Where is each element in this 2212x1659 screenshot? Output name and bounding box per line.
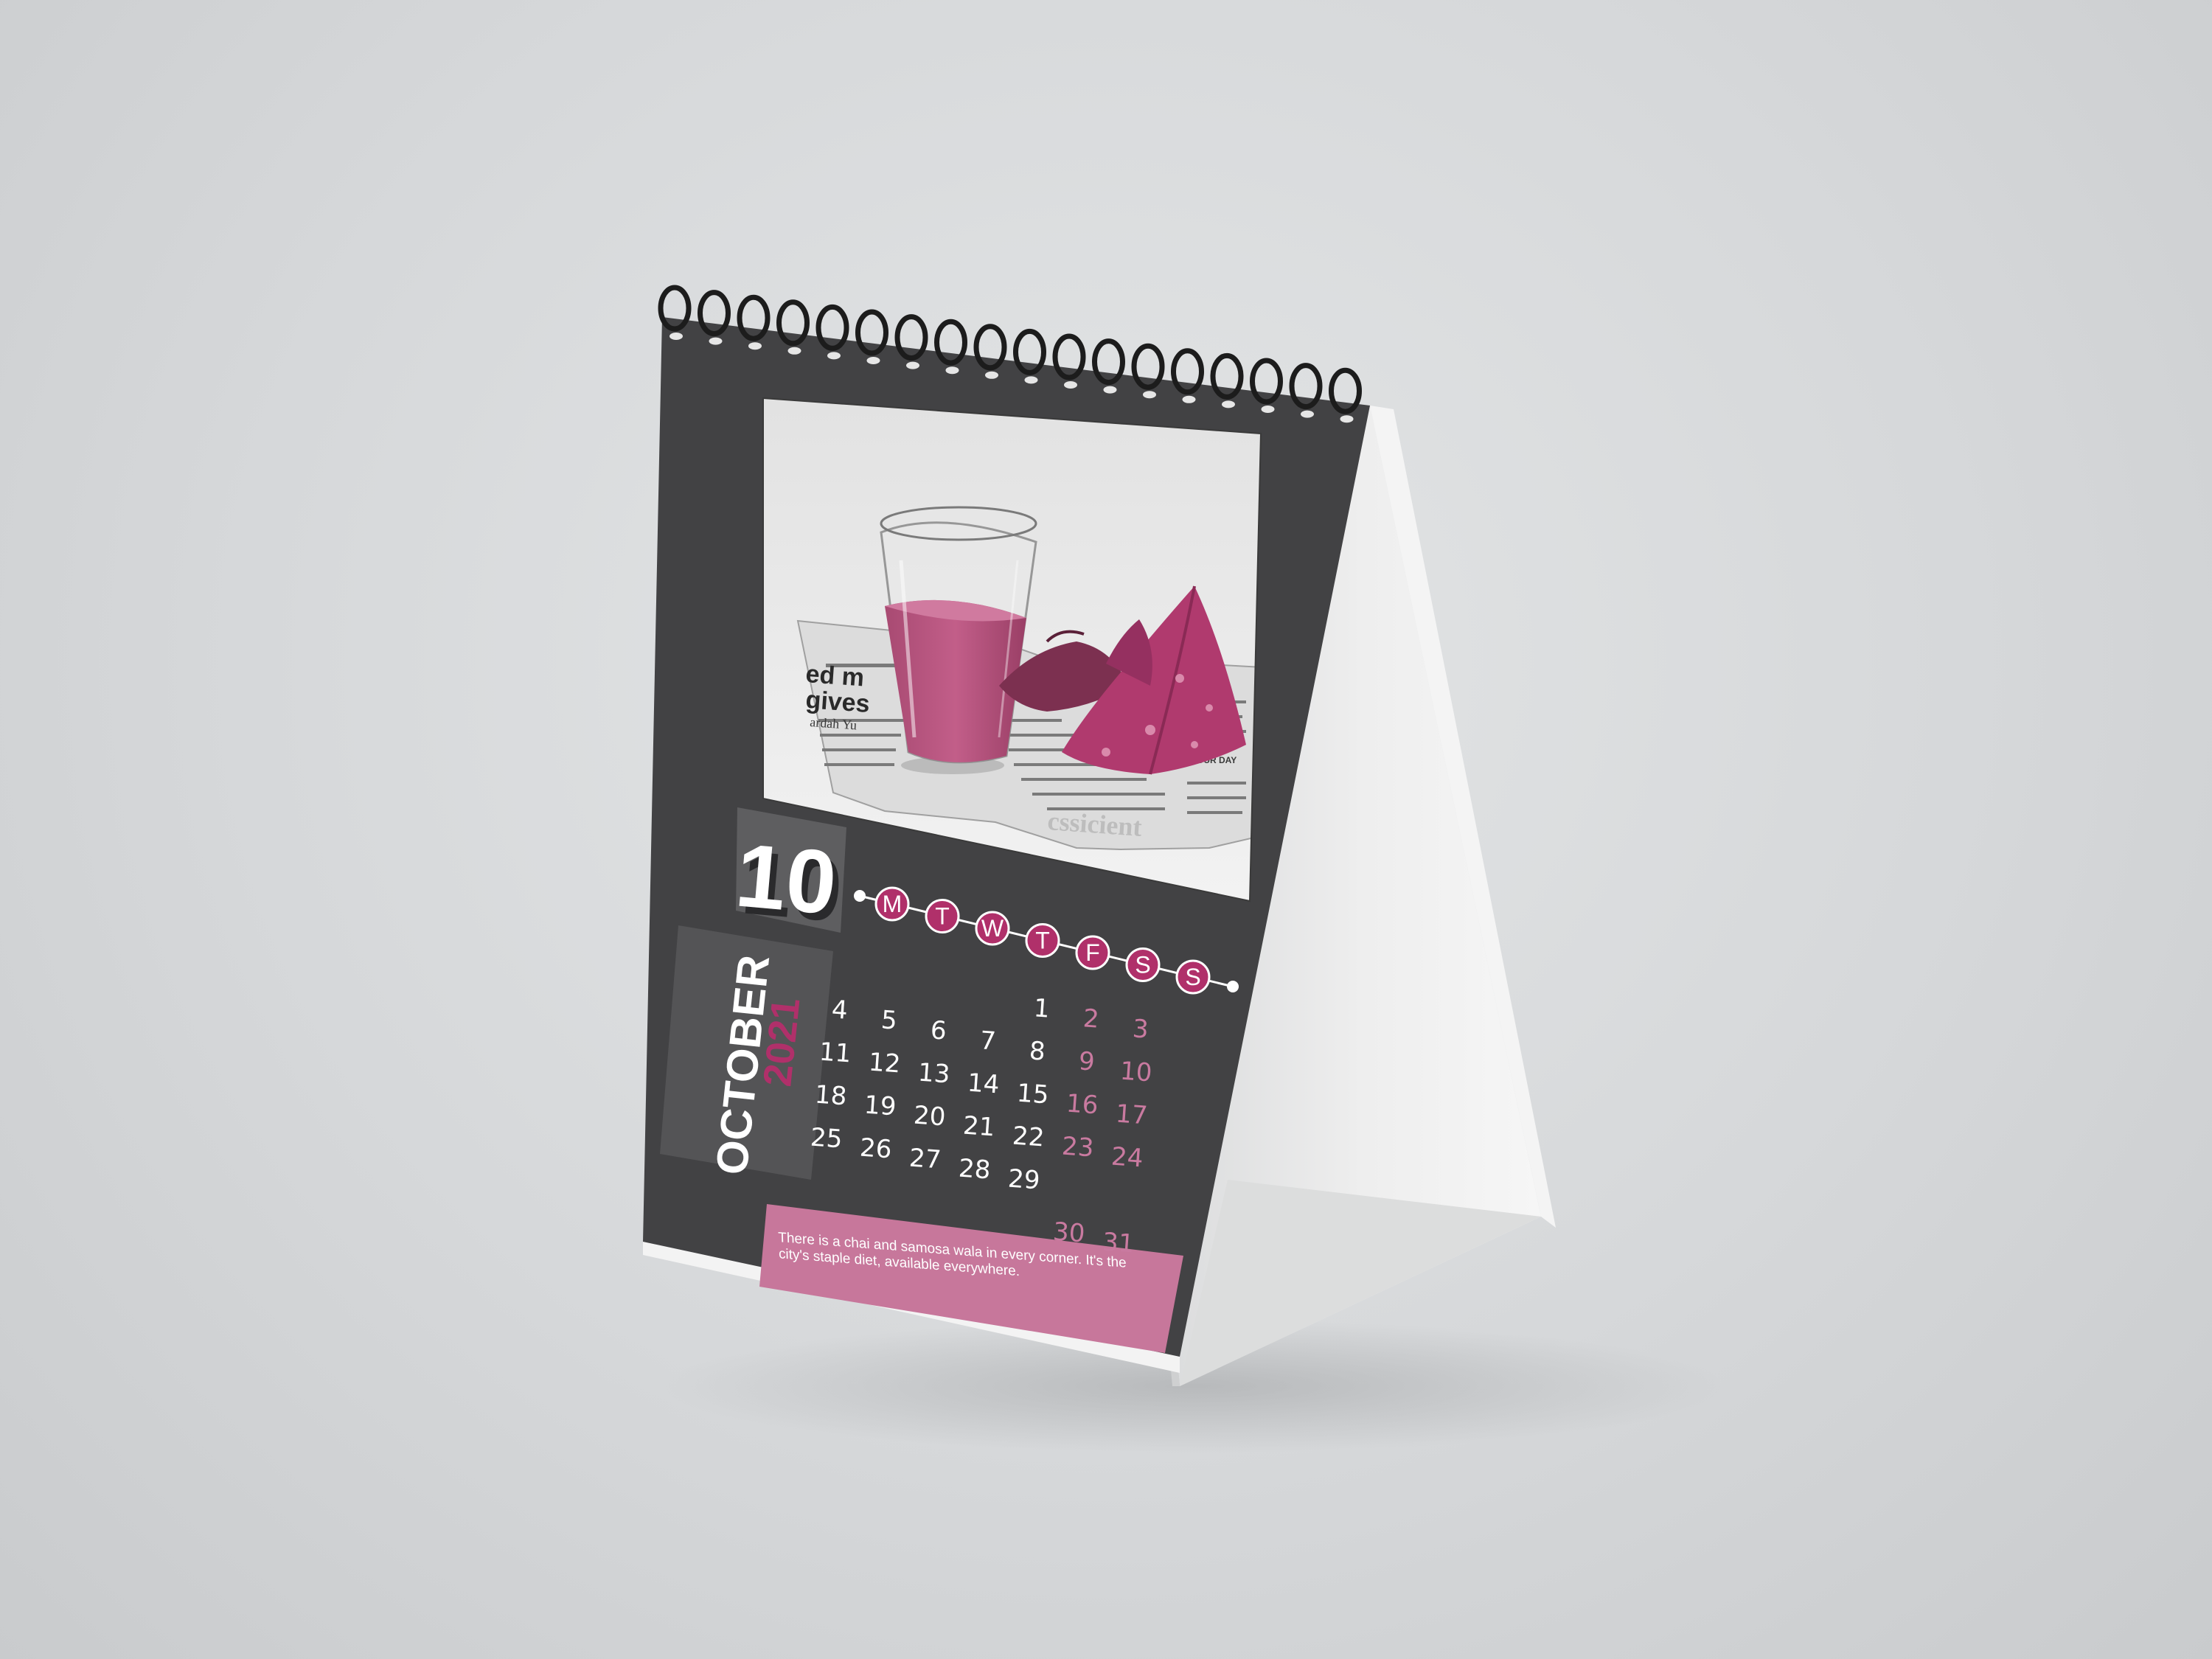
weekend-day: 30 [1052, 1217, 1086, 1249]
weekend-day: 9 [1078, 1046, 1096, 1077]
weekday-label: W [981, 915, 1004, 942]
binding-hole [1301, 410, 1314, 418]
weekday-day: 11 [818, 1037, 852, 1069]
binding-hole [827, 352, 841, 360]
weekday-day: 15 [1016, 1079, 1050, 1110]
binding-hole [945, 366, 959, 375]
svg-text:10: 10 [732, 824, 841, 933]
binding-hole [1222, 400, 1235, 408]
weekday-day: 12 [868, 1048, 902, 1079]
weekday-label: F [1085, 939, 1100, 966]
weekday-day: 8 [1029, 1036, 1046, 1066]
weekday-day: 7 [979, 1026, 997, 1056]
year: 2021 [755, 996, 808, 1089]
weekend-day: 3 [1132, 1014, 1150, 1044]
weekend-day: 16 [1065, 1089, 1099, 1121]
weekday-line-end-dot [1227, 981, 1239, 992]
binding-hole [1143, 391, 1156, 399]
binding-hole [1182, 395, 1196, 403]
weekday-day: 28 [958, 1154, 992, 1186]
weekday-day: 13 [917, 1058, 951, 1090]
weekday-label: T [935, 903, 950, 930]
weekend-day: 10 [1119, 1057, 1153, 1088]
weekend-day: 2 [1082, 1004, 1100, 1034]
weekend-day: 17 [1115, 1099, 1149, 1131]
calendar-scene: ed m gives ardah Yu day YOUR DAY cssicie… [643, 285, 1725, 1453]
binding-hole [1261, 406, 1275, 413]
weekday-label: T [1035, 928, 1050, 954]
weekday-day: 22 [1012, 1121, 1046, 1153]
binding-hole [709, 337, 723, 345]
weekday-badge: T [1025, 923, 1060, 958]
weekday-day: 14 [967, 1068, 1001, 1100]
weekday-line-start-dot [854, 890, 866, 902]
weekday-badge: S [1175, 959, 1211, 995]
weekday-day: 25 [810, 1123, 844, 1155]
binding-hole [1103, 386, 1117, 394]
weekday-day: 18 [814, 1080, 848, 1112]
weekday-day: 19 [863, 1091, 897, 1122]
weekday-day: 26 [859, 1133, 893, 1165]
binding-hole [787, 347, 801, 355]
binding-hole [669, 333, 683, 340]
weekday-label: S [1135, 952, 1150, 978]
weekday-label: S [1185, 964, 1200, 990]
weekend-day: 24 [1110, 1142, 1144, 1174]
weekday-day: 27 [908, 1144, 942, 1175]
binding-hole [748, 342, 762, 350]
binding-hole [866, 357, 880, 364]
weekday-label: M [883, 891, 902, 917]
weekday-badge: T [925, 899, 960, 933]
weekday-day: 20 [913, 1101, 947, 1133]
weekday-day: 21 [962, 1111, 996, 1143]
binding-hole [906, 361, 919, 369]
weekday-day: 4 [831, 995, 849, 1025]
weekday-day: 6 [930, 1015, 947, 1046]
binding-hole [1024, 376, 1038, 384]
weekend-day: 23 [1061, 1132, 1095, 1164]
weekday-day: 29 [1007, 1164, 1041, 1196]
weekday-day: 1 [1033, 993, 1051, 1023]
binding-hole [1064, 381, 1077, 389]
weekday-badge: W [975, 911, 1010, 946]
month-number: 10 10 [732, 824, 846, 940]
newspaper-word: gives [804, 686, 870, 718]
weekday-badge: F [1075, 935, 1110, 970]
weekday-badge: M [874, 886, 910, 922]
binding-hole [1340, 415, 1354, 423]
weekday-badge: S [1125, 947, 1161, 982]
weekday-day: 5 [880, 1005, 898, 1035]
binding-hole [985, 371, 998, 379]
